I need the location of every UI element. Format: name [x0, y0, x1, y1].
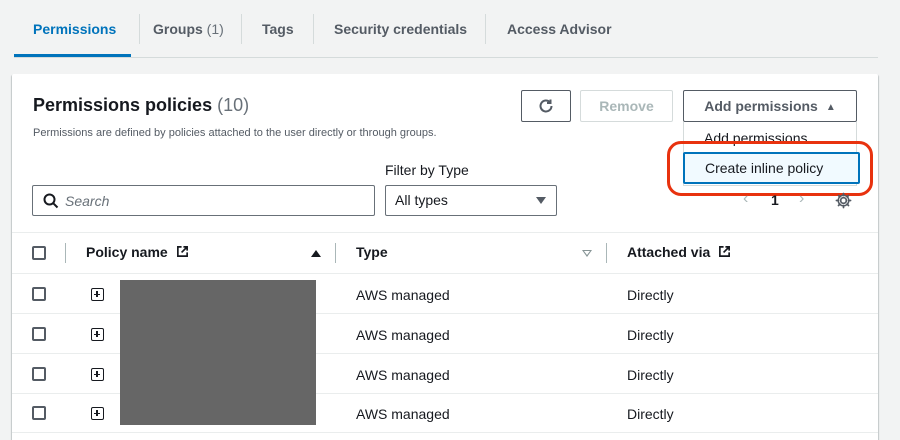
- add-permissions-label: Add permissions: [704, 98, 818, 114]
- tab-label: Groups: [153, 21, 203, 37]
- table-header-top-border: [12, 232, 878, 233]
- column-header-type[interactable]: Type: [356, 244, 388, 260]
- search-icon: [43, 193, 59, 209]
- add-permissions-menu: Add permissions Create inline policy: [683, 122, 860, 186]
- row-type: AWS managed: [356, 406, 450, 422]
- tab-tags[interactable]: Tags: [262, 14, 294, 44]
- panel-description: Permissions are defined by policies atta…: [33, 127, 437, 139]
- refresh-icon: [539, 99, 553, 113]
- row-checkbox[interactable]: [32, 327, 46, 341]
- panel-title: Permissions policies (10): [33, 95, 249, 116]
- row-divider: [12, 273, 878, 274]
- expand-plus-icon[interactable]: [91, 288, 104, 301]
- row-type: AWS managed: [356, 367, 450, 383]
- search-input[interactable]: [65, 188, 365, 213]
- tab-separator: [485, 14, 486, 44]
- sort-descending-icon[interactable]: [582, 250, 592, 257]
- tab-label: Permissions: [33, 21, 117, 37]
- tab-permissions[interactable]: Permissions: [33, 14, 116, 44]
- caret-up-icon: ▲: [825, 102, 836, 113]
- tab-security-credentials[interactable]: Security credentials: [334, 14, 467, 44]
- tab-bar: Permissions Groups (1) Tags Security cre…: [0, 0, 900, 58]
- row-attached-via: Directly: [627, 327, 674, 343]
- filter-type-select[interactable]: All types: [385, 185, 557, 216]
- refresh-button[interactable]: [521, 90, 571, 122]
- panel-title-text: Permissions policies: [33, 95, 213, 115]
- tab-separator: [241, 14, 242, 44]
- tab-separator: [313, 14, 314, 44]
- row-checkbox[interactable]: [32, 287, 46, 301]
- row-divider: [12, 432, 878, 433]
- row-checkbox[interactable]: [32, 367, 46, 381]
- column-header-label: Policy name: [86, 244, 168, 260]
- tab-groups[interactable]: Groups (1): [153, 14, 224, 44]
- column-separator: [606, 243, 607, 263]
- menu-item-add-permissions[interactable]: Add permissions: [704, 130, 808, 146]
- column-header-policy-name[interactable]: Policy name: [86, 244, 189, 260]
- tab-label: Tags: [262, 21, 294, 37]
- gear-icon[interactable]: [835, 192, 852, 209]
- sort-ascending-icon[interactable]: [311, 250, 321, 257]
- external-link-icon: [176, 246, 188, 257]
- pagination-prev-icon[interactable]: ‹: [743, 190, 748, 208]
- menu-item-create-inline-policy[interactable]: Create inline policy: [683, 152, 860, 184]
- row-type: AWS managed: [356, 327, 450, 343]
- select-all-checkbox[interactable]: [32, 246, 46, 260]
- filter-by-type-label: Filter by Type: [385, 162, 469, 178]
- column-header-attached-via[interactable]: Attached via: [627, 244, 731, 260]
- redacted-policy-names: [120, 280, 316, 425]
- panel-count: (10): [217, 95, 250, 115]
- external-link-icon: [719, 246, 731, 257]
- tab-count: (1): [206, 21, 224, 37]
- menu-item-label: Create inline policy: [705, 160, 824, 176]
- tab-bar-divider: [14, 57, 878, 58]
- tab-label: Access Advisor: [507, 21, 612, 37]
- tab-access-advisor[interactable]: Access Advisor: [507, 14, 612, 44]
- column-separator: [335, 243, 336, 263]
- row-type: AWS managed: [356, 287, 450, 303]
- row-attached-via: Directly: [627, 287, 674, 303]
- pagination-next-icon[interactable]: ›: [799, 190, 804, 208]
- expand-plus-icon[interactable]: [91, 368, 104, 381]
- remove-button[interactable]: Remove: [580, 90, 673, 122]
- search-box: [32, 185, 375, 216]
- add-permissions-button[interactable]: Add permissions ▲: [683, 90, 857, 122]
- caret-down-icon: [536, 197, 546, 204]
- expand-plus-icon[interactable]: [91, 407, 104, 420]
- column-separator: [65, 243, 66, 263]
- column-header-label: Attached via: [627, 244, 711, 260]
- row-attached-via: Directly: [627, 367, 674, 383]
- pagination-page[interactable]: 1: [771, 192, 779, 208]
- row-checkbox[interactable]: [32, 406, 46, 420]
- tab-label: Security credentials: [334, 21, 468, 37]
- filter-type-value: All types: [395, 192, 448, 208]
- tab-separator: [139, 14, 140, 44]
- row-attached-via: Directly: [627, 406, 674, 422]
- expand-plus-icon[interactable]: [91, 328, 104, 341]
